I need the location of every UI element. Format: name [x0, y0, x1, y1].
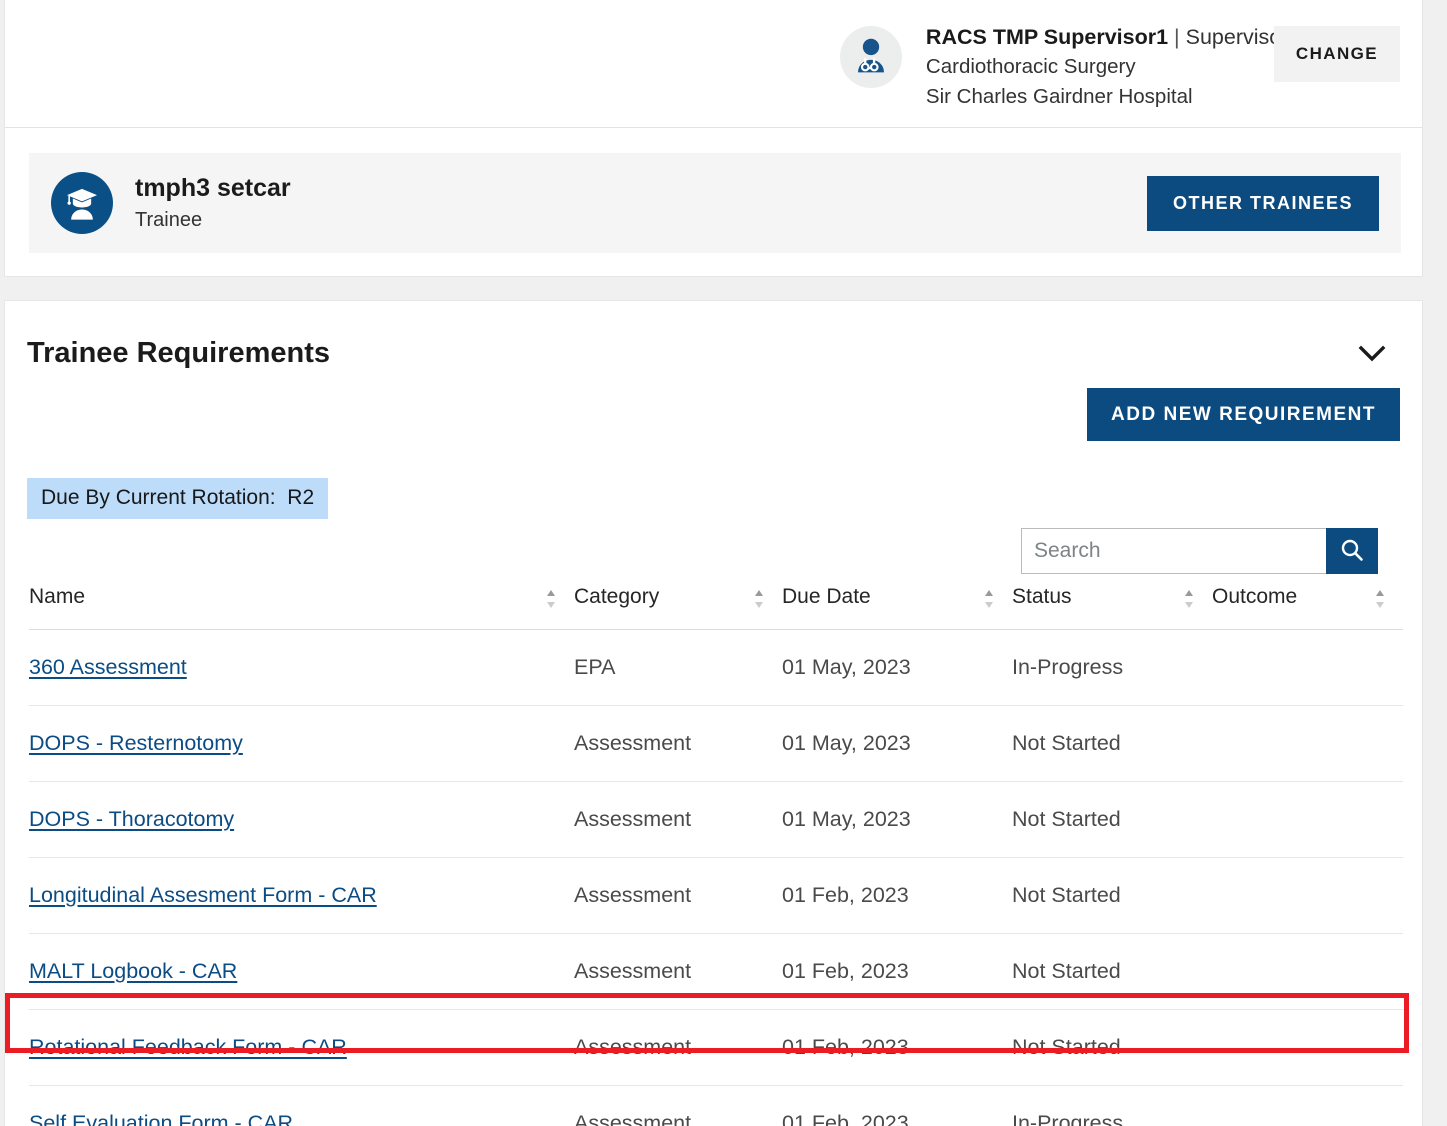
supervisor-separator: | — [1174, 25, 1180, 49]
doctor-stethoscope-icon — [839, 26, 902, 88]
user-context-card: RACS TMP Supervisor1 | Supervisor Cardio… — [4, 0, 1423, 277]
supervisor-details: RACS TMP Supervisor1 | Supervisor Cardio… — [925, 22, 1288, 112]
requirement-link[interactable]: 360 Assessment — [29, 655, 187, 679]
cell-name: DOPS - Thoracotomy — [29, 781, 574, 858]
cell-status: In-Progress — [1012, 629, 1212, 706]
cell-due-date: 01 Feb, 2023 — [782, 857, 1012, 934]
supervisor-row: RACS TMP Supervisor1 | Supervisor Cardio… — [5, 0, 1422, 128]
cell-due-date: 01 Feb, 2023 — [782, 1009, 1012, 1086]
table-row: DOPS - Thoracotomy Assessment 01 May, 2023… — [29, 781, 1403, 858]
cell-outcome — [1212, 1009, 1403, 1086]
supervisor-block: RACS TMP Supervisor1 | Supervisor Cardio… — [839, 20, 1400, 112]
table-row: DOPS - Resternotomy Assessment 01 May, 202… — [29, 705, 1403, 782]
requirement-link[interactable]: Rotational Feedback Form - CAR — [29, 1035, 347, 1059]
trainee-role: Trainee — [135, 208, 203, 231]
cell-name: Rotational Feedback Form - CAR — [29, 1009, 574, 1086]
cell-name: DOPS - Resternotomy — [29, 705, 574, 782]
cell-due-date: 01 May, 2023 — [782, 705, 1012, 782]
cell-outcome — [1212, 1085, 1403, 1126]
table-header-row: Name Category Due Date Status Outcome — [29, 585, 1403, 630]
search-button[interactable] — [1326, 528, 1378, 574]
table-row: Self Evaluation Form - CAR Assessment 01 F… — [29, 1085, 1403, 1126]
trainee-name: tmph3 setcar — [135, 173, 291, 202]
column-label: Status — [1012, 585, 1072, 608]
cell-status: Not Started — [1012, 781, 1212, 858]
cell-status: Not Started — [1012, 1009, 1212, 1086]
cell-name: 360 Assessment — [29, 629, 574, 706]
cell-category: Assessment — [574, 933, 782, 1010]
requirements-table: Name Category Due Date Status Outcome 36… — [29, 585, 1403, 1126]
graduate-cap-person-icon — [51, 172, 113, 234]
rotation-badge: Due By Current Rotation: R2 — [27, 478, 329, 519]
cell-outcome — [1212, 705, 1403, 782]
sort-arrows-icon[interactable] — [546, 589, 556, 609]
cell-category: Assessment — [574, 1009, 782, 1086]
page-title: Trainee Requirements — [27, 337, 330, 369]
trainee-requirements-card: Trainee Requirements ADD NEW REQUIREMENT… — [4, 300, 1423, 1126]
cell-name: MALT Logbook - CAR — [29, 933, 574, 1010]
cell-outcome — [1212, 933, 1403, 1010]
change-button[interactable]: CHANGE — [1273, 26, 1400, 82]
column-header-status[interactable]: Status — [1012, 585, 1212, 630]
table-row: Longitudinal Assesment Form - CAR Assessm… — [29, 857, 1403, 934]
table-row: 360 Assessment EPA 01 May, 2023 In-Progress — [29, 629, 1403, 706]
cell-category: Assessment — [574, 781, 782, 858]
column-header-name[interactable]: Name — [29, 585, 574, 630]
cell-due-date: 01 May, 2023 — [782, 629, 1012, 706]
requirement-link[interactable]: DOPS - Resternotomy — [29, 731, 243, 755]
requirement-link[interactable]: Longitudinal Assesment Form - CAR — [29, 883, 377, 907]
table-body: 360 Assessment EPA 01 May, 2023 In-Progress… — [29, 629, 1403, 1126]
cell-name: Self Evaluation Form - CAR — [29, 1085, 574, 1126]
requirement-link[interactable]: MALT Logbook - CAR — [29, 959, 237, 983]
page-root: RACS TMP Supervisor1 | Supervisor Cardio… — [0, 0, 1447, 1126]
supervisor-name-line: RACS TMP Supervisor1 | Supervisor — [925, 22, 1288, 52]
cell-status: Not Started — [1012, 933, 1212, 1010]
cell-status: Not Started — [1012, 857, 1212, 934]
cell-category: Assessment — [574, 1085, 782, 1126]
search-input[interactable] — [1021, 528, 1326, 574]
cell-category: Assessment — [574, 857, 782, 934]
search-icon — [1339, 537, 1365, 566]
requirement-link[interactable]: DOPS - Thoracotomy — [29, 807, 234, 831]
trainee-details: tmph3 setcar Trainee — [135, 173, 291, 234]
table-header: Name Category Due Date Status Outcome — [29, 585, 1403, 630]
supervisor-hospital: Sir Charles Gairdner Hospital — [925, 85, 1193, 108]
cell-due-date: 01 May, 2023 — [782, 781, 1012, 858]
cell-name: Longitudinal Assesment Form - CAR — [29, 857, 574, 934]
cell-status: Not Started — [1012, 705, 1212, 782]
sort-arrows-icon[interactable] — [754, 589, 764, 609]
cell-category: Assessment — [574, 705, 782, 782]
column-label: Outcome — [1212, 585, 1298, 608]
cell-category: EPA — [574, 629, 782, 706]
cell-status: In-Progress — [1012, 1085, 1212, 1126]
other-trainees-button[interactable]: OTHER TRAINEES — [1146, 175, 1379, 231]
supervisor-name: RACS TMP Supervisor1 — [925, 25, 1169, 49]
cell-due-date: 01 Feb, 2023 — [782, 933, 1012, 1010]
column-label: Name — [29, 585, 86, 608]
sort-arrows-icon[interactable] — [1184, 589, 1194, 609]
search-box — [1021, 528, 1378, 574]
trainee-summary-bar: tmph3 setcar Trainee OTHER TRAINEES — [29, 153, 1401, 253]
column-header-category[interactable]: Category — [574, 585, 782, 630]
sort-arrows-icon[interactable] — [984, 589, 994, 609]
add-new-requirement-button[interactable]: ADD NEW REQUIREMENT — [1087, 388, 1400, 441]
cell-due-date: 01 Feb, 2023 — [782, 1085, 1012, 1126]
column-label: Category — [574, 585, 660, 608]
sort-arrows-icon[interactable] — [1375, 589, 1385, 609]
column-header-due-date[interactable]: Due Date — [782, 585, 1012, 630]
chevron-down-icon[interactable] — [1358, 343, 1386, 365]
column-label: Due Date — [782, 585, 871, 608]
cell-outcome — [1212, 781, 1403, 858]
column-header-outcome[interactable]: Outcome — [1212, 585, 1403, 630]
cell-outcome — [1212, 629, 1403, 706]
table-row: MALT Logbook - CAR Assessment 01 Feb, 2023… — [29, 933, 1403, 1010]
cell-outcome — [1212, 857, 1403, 934]
supervisor-specialty: Cardiothoracic Surgery — [925, 55, 1136, 78]
table-row: Rotational Feedback Form - CAR Assessment… — [29, 1009, 1403, 1086]
requirement-link[interactable]: Self Evaluation Form - CAR — [29, 1111, 293, 1126]
